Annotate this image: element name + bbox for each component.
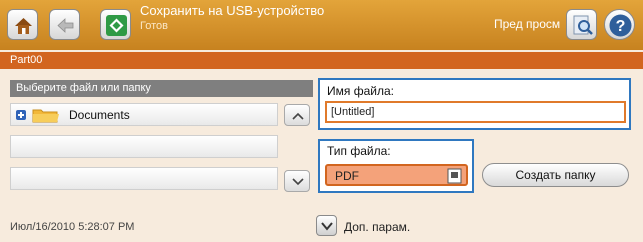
home-icon: [15, 18, 32, 34]
list-item[interactable]: [10, 167, 278, 190]
preview-button[interactable]: [566, 9, 597, 40]
chevron-up-icon: [292, 112, 304, 120]
device-screen: Сохранить на USB-устройство Готов Пред п…: [0, 0, 643, 242]
preview-label: Пред просм: [494, 17, 561, 31]
file-type-value: PDF: [335, 169, 359, 183]
file-name-label: Имя файла:: [327, 84, 394, 98]
timestamp: Июл/16/2010 5:28:07 PM: [10, 221, 135, 233]
folder-icon: [32, 109, 59, 123]
start-button[interactable]: [100, 9, 131, 40]
title-bar: Сохранить на USB-устройство Готов Пред п…: [0, 0, 643, 50]
chevron-down-icon: [292, 178, 304, 186]
help-button[interactable]: ?: [604, 9, 635, 40]
page-title: Сохранить на USB-устройство: [140, 3, 325, 18]
file-list-header: Выберите файл или папку: [10, 80, 313, 97]
list-item-documents[interactable]: Documents: [10, 103, 278, 126]
breadcrumb: Part00: [0, 52, 643, 69]
start-icon: [106, 15, 127, 36]
chevron-down-icon: [321, 222, 333, 231]
scroll-down-button[interactable]: [284, 170, 310, 192]
file-type-select[interactable]: PDF: [325, 164, 468, 186]
more-options-button[interactable]: [316, 215, 337, 236]
list-item-label: Documents: [69, 108, 130, 122]
magnifier-icon: [573, 15, 593, 35]
help-icon: ?: [609, 14, 632, 37]
file-name-field[interactable]: [Untitled]: [325, 101, 626, 123]
list-item[interactable]: [10, 135, 278, 158]
dropdown-icon: [447, 168, 462, 184]
file-type-label: Тип файла:: [327, 144, 391, 158]
create-folder-button[interactable]: Создать папку: [482, 163, 629, 187]
file-name-value: [Untitled]: [331, 106, 375, 118]
svg-text:?: ?: [616, 18, 626, 35]
back-arrow-icon: [57, 18, 74, 33]
status-text: Готов: [140, 20, 168, 32]
plus-icon[interactable]: [16, 110, 26, 120]
breadcrumb-label: Part00: [10, 54, 43, 66]
more-options-label[interactable]: Доп. парам.: [344, 220, 410, 234]
home-button[interactable]: [7, 9, 38, 40]
file-list-header-label: Выберите файл или папку: [16, 82, 151, 94]
scroll-up-button[interactable]: [284, 104, 310, 126]
back-button[interactable]: [49, 9, 80, 40]
